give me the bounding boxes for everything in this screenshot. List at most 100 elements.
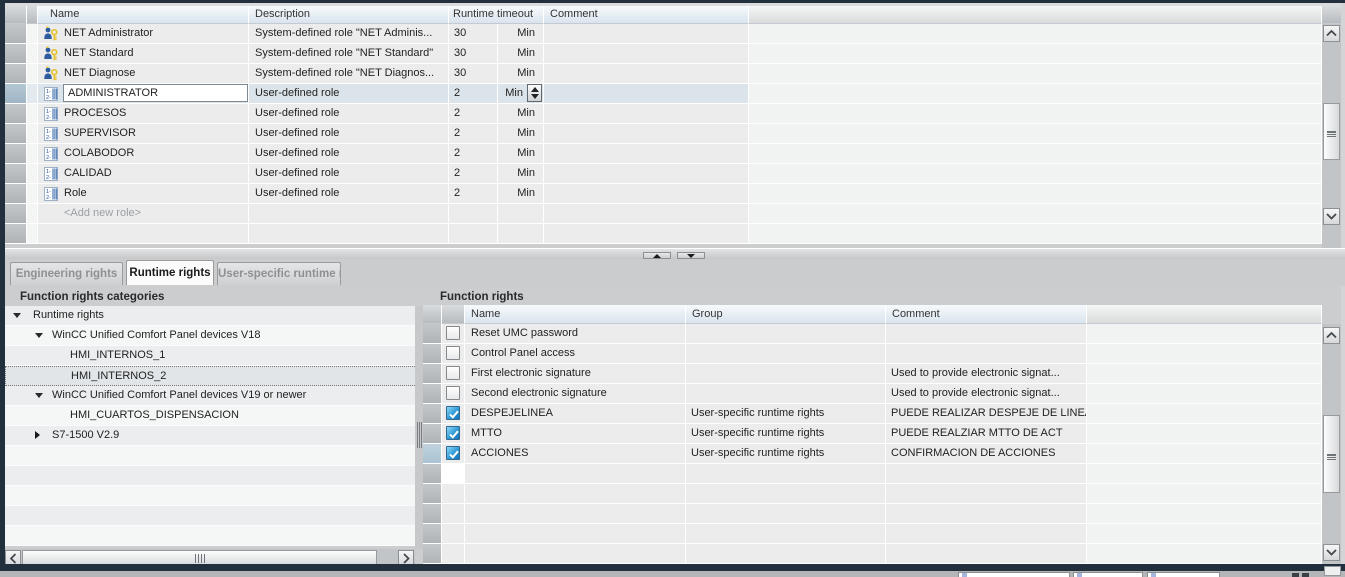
role-name-editor[interactable]: ADMINISTRATOR xyxy=(63,84,248,102)
horizontal-splitter[interactable] xyxy=(5,248,1345,259)
row-gutter[interactable] xyxy=(5,124,27,144)
tree-item-runtime-rights[interactable]: Runtime rights xyxy=(5,306,417,326)
roles-header-corner2[interactable] xyxy=(27,6,38,24)
scroll-down-button[interactable] xyxy=(1323,208,1340,225)
runtime-timeout-value[interactable]: 2 xyxy=(449,124,498,144)
runtime-timeout-value[interactable]: 2 xyxy=(449,84,498,104)
role-comment[interactable] xyxy=(544,144,749,164)
row-gutter[interactable] xyxy=(5,144,27,164)
roles-header-corner[interactable] xyxy=(5,6,27,24)
runtime-timeout-value[interactable]: 30 xyxy=(449,44,498,64)
role-name-cell[interactable]: NET Diagnose xyxy=(38,64,249,84)
tree-collapsed-icon[interactable] xyxy=(35,431,40,439)
runtime-timeout-value[interactable]: 30 xyxy=(449,64,498,84)
fr-column-header-name[interactable]: Name xyxy=(465,305,686,324)
spinner-down-icon[interactable] xyxy=(530,94,539,99)
role-comment[interactable] xyxy=(544,64,749,84)
runtime-timeout-value[interactable]: 2 xyxy=(449,164,498,184)
row-gutter[interactable] xyxy=(5,204,27,224)
status-box-3[interactable] xyxy=(1147,572,1220,577)
role-description[interactable]: System-defined role "NET Adminis... xyxy=(249,24,449,44)
function-right-comment[interactable] xyxy=(886,324,1087,344)
row-gutter[interactable] xyxy=(423,364,442,384)
function-right-name[interactable]: MTTO xyxy=(465,424,686,444)
role-name-cell[interactable]: 1- 2- PROCESOS xyxy=(38,104,249,124)
function-right-comment[interactable]: Used to provide electronic signat... xyxy=(886,364,1087,384)
row-indicator-gutter[interactable] xyxy=(27,164,38,184)
runtime-timeout-unit[interactable]: Min xyxy=(498,84,544,104)
column-header-runtime-timeout[interactable]: Runtime timeout xyxy=(449,6,544,24)
row-gutter[interactable] xyxy=(423,424,442,444)
tab-engineering-rights[interactable]: Engineering rights xyxy=(10,262,123,285)
row-gutter[interactable] xyxy=(5,64,27,84)
function-right-group[interactable] xyxy=(686,324,886,344)
function-right-name[interactable]: First electronic signature xyxy=(465,364,686,384)
function-right-checkbox[interactable] xyxy=(446,366,460,380)
row-indicator-gutter[interactable] xyxy=(27,104,38,124)
runtime-timeout-unit[interactable]: Min xyxy=(498,104,544,124)
role-name-cell[interactable]: 1- 2- Role xyxy=(38,184,249,204)
scroll-down-button[interactable] xyxy=(1323,544,1340,561)
function-right-name[interactable]: Control Panel access xyxy=(465,344,686,364)
function-right-checkbox[interactable] xyxy=(446,426,460,440)
function-right-comment[interactable]: PUEDE REALZIAR MTTO DE ACT xyxy=(886,424,1087,444)
function-right-comment[interactable]: Used to provide electronic signat... xyxy=(886,384,1087,404)
status-box-2[interactable] xyxy=(1073,572,1143,577)
role-comment[interactable] xyxy=(544,124,749,144)
scroll-up-button[interactable] xyxy=(1323,25,1340,42)
role-description[interactable]: User-defined role xyxy=(249,104,449,124)
row-indicator-gutter[interactable] xyxy=(27,44,38,64)
function-right-group[interactable]: User-specific runtime rights xyxy=(686,444,886,464)
fr-header-checkbox-corner[interactable] xyxy=(442,305,465,324)
role-name-cell[interactable]: 1- 2- CALIDAD xyxy=(38,164,249,184)
runtime-timeout-unit[interactable]: Min xyxy=(498,44,544,64)
function-right-group[interactable] xyxy=(686,384,886,404)
row-gutter[interactable] xyxy=(5,104,27,124)
tree-expanded-icon[interactable] xyxy=(35,393,43,398)
row-gutter[interactable] xyxy=(423,324,442,344)
splitter-collapse-down-button[interactable] xyxy=(677,252,705,259)
role-comment[interactable] xyxy=(544,84,749,104)
row-gutter[interactable] xyxy=(423,404,442,424)
function-right-checkbox[interactable] xyxy=(446,406,460,420)
row-gutter[interactable] xyxy=(5,84,27,104)
role-description[interactable]: System-defined role "NET Standard" xyxy=(249,44,449,64)
row-gutter[interactable] xyxy=(423,384,442,404)
row-gutter[interactable] xyxy=(423,464,442,484)
scroll-thumb[interactable] xyxy=(1323,103,1340,160)
row-indicator-gutter[interactable] xyxy=(27,204,38,224)
row-gutter[interactable] xyxy=(5,44,27,64)
role-comment[interactable] xyxy=(544,104,749,124)
runtime-timeout-value[interactable]: 2 xyxy=(449,184,498,204)
function-right-group[interactable] xyxy=(686,344,886,364)
checkbox-cell-empty[interactable] xyxy=(442,464,465,484)
checkbox-cell[interactable] xyxy=(442,364,465,384)
row-indicator-gutter[interactable] xyxy=(27,24,38,44)
row-gutter[interactable] xyxy=(423,444,442,464)
row-gutter[interactable] xyxy=(5,184,27,204)
function-right-checkbox[interactable] xyxy=(446,386,460,400)
status-box-1[interactable] xyxy=(958,572,1070,577)
function-right-name[interactable]: Second electronic signature xyxy=(465,384,686,404)
row-gutter[interactable] xyxy=(423,344,442,364)
tree-item-s7-1500-v2-9[interactable]: S7-1500 V2.9 xyxy=(5,426,417,446)
row-gutter[interactable] xyxy=(5,24,27,44)
runtime-timeout-unit[interactable]: Min xyxy=(498,164,544,184)
runtime-timeout-unit[interactable]: Min xyxy=(498,144,544,164)
runtime-timeout-value[interactable]: 30 xyxy=(449,24,498,44)
roles-scrollbar[interactable] xyxy=(1322,6,1341,248)
checkbox-cell[interactable] xyxy=(442,324,465,344)
tree-expanded-icon[interactable] xyxy=(13,313,21,318)
tree-item-hmi-internos-2[interactable]: HMI_INTERNOS_2 xyxy=(5,366,417,386)
function-right-comment[interactable] xyxy=(886,344,1087,364)
function-right-group[interactable]: User-specific runtime rights xyxy=(686,424,886,444)
fr-header-corner[interactable] xyxy=(423,305,442,324)
scroll-thumb[interactable] xyxy=(1323,415,1340,493)
tree-expanded-icon[interactable] xyxy=(35,333,43,338)
pane-divider[interactable] xyxy=(415,306,423,549)
row-indicator-gutter[interactable] xyxy=(27,144,38,164)
function-right-name[interactable]: ACCIONES xyxy=(465,444,686,464)
spinner-up-icon[interactable] xyxy=(530,87,539,92)
role-description[interactable]: System-defined role "NET Diagnos... xyxy=(249,64,449,84)
role-name-cell[interactable]: 1- 2- ADMINISTRATOR xyxy=(38,84,249,104)
